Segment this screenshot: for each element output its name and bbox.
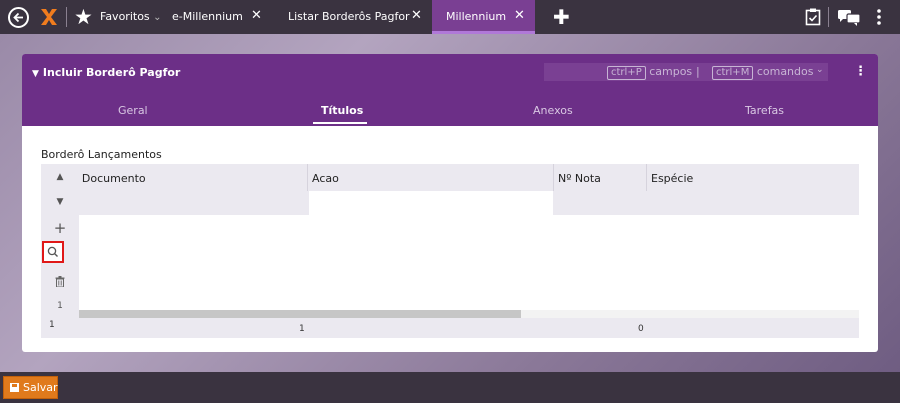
panel-menu-icon[interactable]: ⋮ — [854, 65, 867, 78]
tab-label: e-Millennium — [172, 10, 243, 23]
close-icon[interactable]: ✕ — [411, 8, 422, 23]
column-label: Espécie — [651, 172, 694, 185]
chevron-down-icon: ⌄ — [153, 12, 162, 23]
grid-filter-row — [41, 191, 859, 215]
tab-anexos[interactable]: Anexos — [533, 104, 573, 117]
divider — [828, 7, 829, 27]
shortcut-separator: | — [696, 65, 700, 78]
millennium-logo-icon — [41, 9, 57, 25]
horizontal-scrollbar[interactable] — [79, 310, 859, 318]
fields-shortcut-label: campos — [649, 65, 693, 78]
chat-icon[interactable] — [838, 10, 861, 29]
tab-geral[interactable]: Geral — [118, 104, 148, 117]
top-bar: ★ Favoritos ⌄ e-Millennium ✕ Listar Bord… — [0, 0, 900, 34]
caret-down-icon: ▼ — [32, 69, 39, 79]
panel-title[interactable]: ▼ Incluir Borderô Pagfor — [32, 66, 180, 79]
grid-toolbar: ▲ ▼ + 1 — [41, 164, 79, 338]
panel-title-text: Incluir Borderô Pagfor — [42, 66, 181, 79]
shortcut-search[interactable]: ctrl+P campos | ctrl+M comandos ⌄ — [544, 63, 828, 81]
search-button[interactable] — [42, 241, 64, 263]
search-icon — [47, 246, 58, 257]
tab-label: Millennium — [446, 10, 507, 23]
fields-shortcut-key: ctrl+P — [607, 66, 646, 80]
grid-header: Nº Documento Acao Nº Nota Espécie — [41, 164, 859, 191]
row-number: 1 — [57, 301, 63, 311]
back-button[interactable] — [8, 7, 29, 28]
favorites-menu[interactable]: Favoritos ⌄ — [100, 10, 162, 23]
close-icon[interactable]: ✕ — [251, 8, 262, 23]
tab-titulos[interactable]: Títulos — [321, 104, 363, 117]
arrow-left-icon — [13, 12, 23, 23]
tab-millennium[interactable]: Millennium ✕ — [432, 0, 535, 34]
acao-filter-cell[interactable] — [309, 191, 553, 215]
nota-count: 0 — [638, 324, 644, 334]
commands-shortcut[interactable]: ctrl+M comandos — [712, 65, 813, 80]
lancamentos-grid: Nº Documento Acao Nº Nota Espécie ▲ ▼ + — [41, 164, 859, 338]
footer-row-count: 1 — [49, 320, 55, 330]
clipboard-check-icon[interactable] — [805, 8, 821, 29]
tab-label: Listar Borderôs Pagfor — [288, 10, 410, 23]
save-button[interactable]: Salvar — [3, 376, 58, 399]
tab-e-millennium[interactable]: e-Millennium ✕ — [166, 0, 272, 34]
floppy-disk-icon — [10, 383, 19, 392]
grid-summary-footer: 1 1 0 — [41, 318, 859, 338]
panel-header: ▼ Incluir Borderô Pagfor ctrl+P campos | … — [22, 54, 878, 126]
delete-row-icon[interactable] — [41, 276, 79, 290]
star-icon[interactable]: ★ — [74, 6, 93, 28]
column-header-acao[interactable]: Acao — [307, 164, 553, 191]
bordero-form-panel: ▼ Incluir Borderô Pagfor ctrl+P campos | … — [22, 54, 878, 352]
collapse-up-icon[interactable]: ▲ — [41, 172, 79, 182]
tab-tarefas[interactable]: Tarefas — [745, 104, 784, 117]
active-tab-indicator — [313, 122, 367, 124]
chevron-down-icon[interactable]: ⌄ — [816, 65, 824, 75]
app-logo[interactable] — [38, 6, 60, 28]
grid-label: Borderô Lançamentos — [41, 148, 162, 161]
favorites-label: Favoritos — [100, 10, 150, 23]
expand-down-icon[interactable]: ▼ — [41, 197, 79, 207]
column-label: Acao — [312, 172, 339, 185]
commands-shortcut-label: comandos — [756, 65, 814, 78]
save-label: Salvar — [23, 381, 58, 394]
column-header-documento[interactable]: Nº Documento — [61, 164, 307, 191]
column-header-especie[interactable]: Espécie — [646, 164, 859, 191]
documento-count: 1 — [299, 324, 305, 334]
scrollbar-thumb[interactable] — [79, 310, 521, 318]
more-vertical-icon[interactable] — [876, 8, 882, 29]
add-row-icon[interactable]: + — [41, 219, 79, 237]
commands-shortcut-key: ctrl+M — [712, 66, 754, 80]
bottom-bar: Salvar — [0, 372, 900, 403]
fields-shortcut[interactable]: ctrl+P campos — [607, 65, 692, 80]
column-label: Nº Nota — [558, 172, 601, 185]
new-tab-icon[interactable]: ✚ — [553, 7, 570, 27]
column-header-nota[interactable]: Nº Nota — [553, 164, 646, 191]
close-icon[interactable]: ✕ — [514, 8, 525, 23]
tab-listar-borderos[interactable]: Listar Borderôs Pagfor ✕ — [282, 0, 428, 34]
divider — [66, 7, 67, 27]
